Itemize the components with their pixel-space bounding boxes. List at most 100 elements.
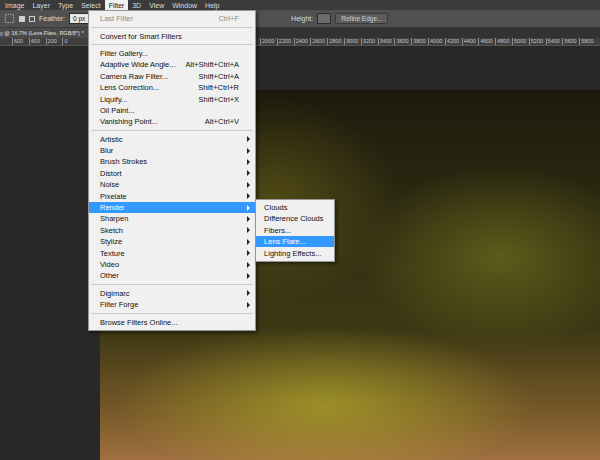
menu-item-label: Oil Paint... (100, 106, 239, 115)
ruler-tick: 2200 (277, 38, 294, 45)
submenu-arrow-icon (247, 227, 250, 233)
submenu-arrow-icon (247, 170, 250, 176)
menu-item-shortcut: Shift+Ctrl+A (199, 72, 239, 81)
menu-bar-item[interactable]: Help (201, 0, 223, 10)
menu-bar-item[interactable]: Select (77, 0, 104, 10)
filter-menu-item[interactable]: Lens Correction... Shift+Ctrl+R (89, 82, 255, 93)
menu-item-label: Convert for Smart Filters (100, 32, 239, 41)
ruler-tick: 3400 (378, 38, 395, 45)
filter-menu-item[interactable]: Filter Forge (89, 299, 255, 310)
menu-item-label: Render (100, 203, 239, 212)
height-label: Height: (291, 15, 313, 22)
document-tab[interactable]: y @ 16.7% (Lens Flare, RGB/8*) * (0, 28, 92, 38)
add-selection-icon[interactable] (29, 16, 35, 22)
ruler-left-ticks: 6004002000 (12, 38, 79, 45)
menu-item-shortcut: Alt+Shift+Ctrl+A (185, 60, 239, 69)
filter-menu-item[interactable]: Stylize (89, 236, 255, 247)
menu-item-label: Artistic (100, 135, 239, 144)
filter-menu-item: Last FilterCtrl+F (89, 13, 255, 24)
filter-menu-item[interactable]: Artistic (89, 134, 255, 145)
ruler-tick: 2400 (294, 38, 311, 45)
menu-item-label: Sharpen (100, 214, 239, 223)
menu-item-label: Adaptive Wide Angle... (100, 60, 175, 69)
menu-separator (89, 282, 255, 288)
menu-bar-item[interactable]: View (145, 0, 168, 10)
filter-menu-item[interactable]: Pixelate (89, 190, 255, 201)
menu-item-label: Digimarc (100, 289, 239, 298)
filter-menu-item[interactable]: Other (89, 270, 255, 281)
filter-menu-item[interactable]: Filter Gallery... (89, 48, 255, 59)
ruler-tick: 2800 (327, 38, 344, 45)
filter-menu-item[interactable]: Video (89, 259, 255, 270)
ruler-tick: 4600 (478, 38, 495, 45)
filter-menu-item[interactable]: Camera Raw Filter... Shift+Ctrl+A (89, 71, 255, 82)
menu-bar-item[interactable]: Image (1, 0, 28, 10)
menu-bar: ImageLayerTypeSelectFilter3DViewWindowHe… (0, 0, 600, 10)
submenu-arrow-icon (247, 239, 250, 245)
ruler-tick: 600 (12, 38, 29, 45)
menu-item-label: Vanishing Point... (100, 117, 195, 126)
filter-menu-item[interactable]: Vanishing Point... Alt+Ctrl+V (89, 116, 255, 127)
ruler-tick: 5600 (562, 38, 579, 45)
filter-menu-item[interactable]: Digimarc (89, 288, 255, 299)
menu-bar-item[interactable]: Type (54, 0, 77, 10)
filter-menu-item[interactable]: Convert for Smart Filters (89, 30, 255, 41)
filter-menu-item[interactable]: Liquify...Shift+Ctrl+X (89, 93, 255, 104)
ruler-tick: 2600 (310, 38, 327, 45)
filter-menu-item[interactable]: Adaptive Wide Angle... Alt+Shift+Ctrl+A (89, 59, 255, 70)
submenu-item[interactable]: Lens Flare... (256, 236, 333, 247)
ruler-tick: 400 (29, 38, 46, 45)
submenu-arrow-icon (247, 216, 250, 222)
ruler-tick: 4400 (462, 38, 479, 45)
filter-menu-item[interactable]: Distort (89, 168, 255, 179)
filter-menu-item[interactable]: Noise (89, 179, 255, 190)
menu-item-label: Pixelate (100, 192, 239, 201)
menu-item-label: Sketch (100, 226, 239, 235)
menu-item-label: Last Filter (100, 14, 208, 23)
menu-item-label: Lens Correction... (100, 83, 188, 92)
filter-menu-item[interactable]: Brush Strokes (89, 156, 255, 167)
feather-label: Feather: (39, 15, 65, 22)
menu-item-label: Brush Strokes (100, 157, 239, 166)
menu-bar-item[interactable]: 3D (128, 0, 145, 10)
filter-menu-item[interactable]: Blur (89, 145, 255, 156)
menu-item-label: Filter Forge (100, 300, 239, 309)
filter-menu-item[interactable]: Sketch (89, 225, 255, 236)
submenu-item[interactable]: Lighting Effects... (256, 247, 333, 258)
submenu-item[interactable]: Difference Clouds (256, 213, 333, 224)
ruler-tick: 4800 (495, 38, 512, 45)
menu-bar-item[interactable]: Layer (28, 0, 54, 10)
submenu-arrow-icon (247, 273, 250, 279)
ruler-tick: 0 (62, 38, 79, 45)
ruler-tick: 3800 (411, 38, 428, 45)
photoshop-window: ImageLayerTypeSelectFilter3DViewWindowHe… (0, 0, 600, 460)
submenu-item[interactable]: Clouds (256, 202, 333, 213)
height-field[interactable] (317, 13, 331, 24)
marquee-tool-icon[interactable] (3, 13, 15, 25)
menu-item-shortcut: Shift+Ctrl+R (198, 83, 239, 92)
filter-menu-item[interactable]: Sharpen (89, 213, 255, 224)
menu-item-label: Camera Raw Filter... (100, 72, 189, 81)
submenu-arrow-icon (247, 290, 250, 296)
menu-item-shortcut: Shift+Ctrl+X (199, 95, 239, 104)
filter-menu-item[interactable]: Oil Paint... (89, 105, 255, 116)
submenu-arrow-icon (247, 250, 250, 256)
filter-menu-item[interactable]: Texture (89, 247, 255, 258)
menu-separator (89, 310, 255, 316)
menu-bar-item[interactable]: Window (168, 0, 201, 10)
new-selection-icon[interactable] (19, 16, 25, 22)
ruler-tick: 3200 (361, 38, 378, 45)
menu-item-label: Filter Gallery... (100, 49, 239, 58)
ruler-tick: 5800 (579, 38, 596, 45)
filter-menu-item[interactable]: Browse Filters Online... (89, 316, 255, 327)
menu-item-label: Stylize (100, 237, 239, 246)
menu-item-shortcut: Alt+Ctrl+V (205, 117, 239, 126)
menu-item-label: Distort (100, 169, 239, 178)
ruler-tick: 3000 (344, 38, 361, 45)
menu-bar-item[interactable]: Filter (105, 0, 129, 10)
submenu-arrow-icon (247, 182, 250, 188)
refine-edge-button[interactable]: Refine Edge... (335, 13, 388, 24)
submenu-item[interactable]: Fibers... (256, 225, 333, 236)
filter-menu-item[interactable]: RenderCloudsDifference CloudsFibers...Le… (89, 202, 255, 213)
ruler-tick: 4000 (428, 38, 445, 45)
